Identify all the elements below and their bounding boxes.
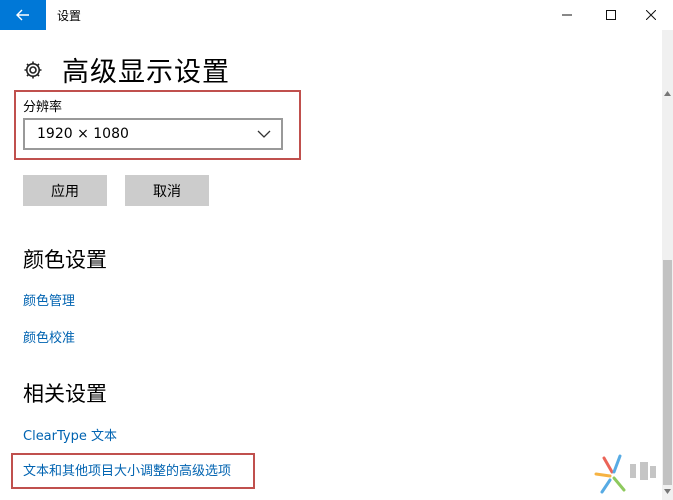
resolution-value: 1920 × 1080 bbox=[37, 126, 129, 142]
watermark-logo-icon bbox=[594, 454, 656, 494]
color-settings-heading: 颜色设置 bbox=[23, 248, 107, 272]
advanced-sizing-link[interactable]: 文本和其他项目大小调整的高级选项 bbox=[23, 460, 231, 479]
close-icon bbox=[646, 10, 656, 20]
chevron-down-icon bbox=[257, 130, 271, 138]
related-settings-heading: 相关设置 bbox=[23, 382, 107, 406]
scroll-up-icon[interactable] bbox=[662, 87, 673, 99]
back-button[interactable] bbox=[0, 0, 46, 30]
minimize-button[interactable] bbox=[544, 0, 590, 30]
color-management-link[interactable]: 颜色管理 bbox=[23, 290, 75, 309]
close-button[interactable] bbox=[628, 0, 673, 30]
maximize-icon bbox=[606, 10, 616, 20]
scrollbar-thumb[interactable] bbox=[663, 260, 672, 485]
vertical-scrollbar[interactable] bbox=[662, 30, 673, 500]
apply-button[interactable]: 应用 bbox=[23, 175, 107, 206]
resolution-dropdown[interactable]: 1920 × 1080 bbox=[23, 118, 283, 150]
title-bar: 设置 bbox=[0, 0, 673, 30]
color-calibration-link[interactable]: 颜色校准 bbox=[23, 327, 75, 346]
scroll-down-icon[interactable] bbox=[662, 485, 673, 497]
resolution-label: 分辨率 bbox=[23, 100, 63, 115]
cancel-button[interactable]: 取消 bbox=[125, 175, 209, 206]
page-title: 高级显示设置 bbox=[62, 57, 230, 88]
arrow-left-icon bbox=[16, 9, 29, 21]
cleartype-link[interactable]: ClearType 文本 bbox=[23, 425, 117, 444]
gear-icon bbox=[22, 59, 44, 81]
window-title: 设置 bbox=[57, 9, 82, 23]
minimize-icon bbox=[562, 14, 572, 16]
page-header: 高级显示设置 bbox=[22, 50, 230, 89]
